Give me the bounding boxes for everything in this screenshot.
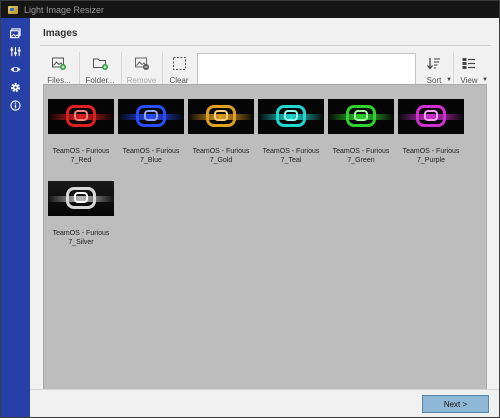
- divider: [40, 45, 491, 46]
- image-thumbnail: [118, 99, 184, 134]
- divider: [30, 389, 499, 390]
- add-image-icon: [49, 52, 69, 74]
- image-item[interactable]: TeamOS - Furious 7_Gold: [188, 99, 254, 165]
- add-folder-icon: [90, 52, 110, 74]
- sidebar-item-options[interactable]: [1, 78, 30, 96]
- image-caption: TeamOS - Furious 7_Teal: [262, 148, 320, 164]
- sidebar-item-about[interactable]: [1, 96, 30, 114]
- image-caption: TeamOS - Furious 7_Purple: [402, 148, 460, 164]
- clear-selection-icon: [169, 52, 189, 74]
- image-thumbnail: [48, 181, 114, 216]
- eye-icon: [10, 66, 21, 72]
- image-thumbnail: [328, 99, 394, 134]
- image-thumbnail: [398, 99, 464, 134]
- sidebar-item-preview[interactable]: [1, 60, 30, 78]
- info-icon: [10, 99, 21, 111]
- window-title: Light Image Resizer: [24, 4, 105, 15]
- sort-dropdown-icon[interactable]: ▼: [446, 77, 452, 83]
- next-button[interactable]: Next >: [422, 395, 489, 413]
- image-thumbnail: [188, 99, 254, 134]
- app-window: Light Image Resizer Images Files... Fold…: [0, 0, 500, 418]
- title-bar: Light Image Resizer: [1, 1, 499, 18]
- view-dropdown-icon[interactable]: ▼: [482, 77, 488, 83]
- image-grid: TeamOS - Furious 7_Red TeamOS - Furious 7_…: [43, 84, 487, 390]
- image-item[interactable]: TeamOS - Furious 7_Red: [48, 99, 114, 165]
- image-thumbnail: [48, 99, 114, 134]
- image-item[interactable]: TeamOS - Furious 7_Blue: [118, 99, 184, 165]
- sidebar-item-images[interactable]: [1, 24, 30, 42]
- images-icon: [10, 27, 21, 38]
- view-list-icon: [459, 52, 479, 74]
- image-caption: TeamOS - Furious 7_Green: [332, 148, 390, 164]
- image-item[interactable]: TeamOS - Furious 7_Teal: [258, 99, 324, 165]
- image-caption: TeamOS - Furious 7_Red: [52, 148, 110, 164]
- app-logo-icon: [8, 5, 18, 14]
- page-title: Images: [43, 28, 78, 39]
- sliders-icon: [10, 46, 21, 56]
- gear-icon: [11, 82, 20, 92]
- image-thumbnail: [258, 99, 324, 134]
- image-caption: TeamOS - Furious 7_Blue: [122, 148, 180, 164]
- remove-image-icon: [132, 52, 152, 74]
- sort-icon: [424, 52, 444, 74]
- image-item[interactable]: TeamOS - Furious 7_Green: [328, 99, 394, 165]
- image-item[interactable]: TeamOS - Furious 7_Purple: [398, 99, 464, 165]
- sidebar-item-settings[interactable]: [1, 42, 30, 60]
- image-item[interactable]: TeamOS - Furious 7_Silver: [48, 181, 114, 247]
- search-input[interactable]: [197, 53, 416, 87]
- sidebar: [1, 18, 30, 417]
- image-caption: TeamOS - Furious 7_Silver: [52, 230, 110, 246]
- image-caption: TeamOS - Furious 7_Gold: [192, 148, 250, 164]
- main-panel: Images Files... Folder... Remove Clear S…: [30, 18, 499, 417]
